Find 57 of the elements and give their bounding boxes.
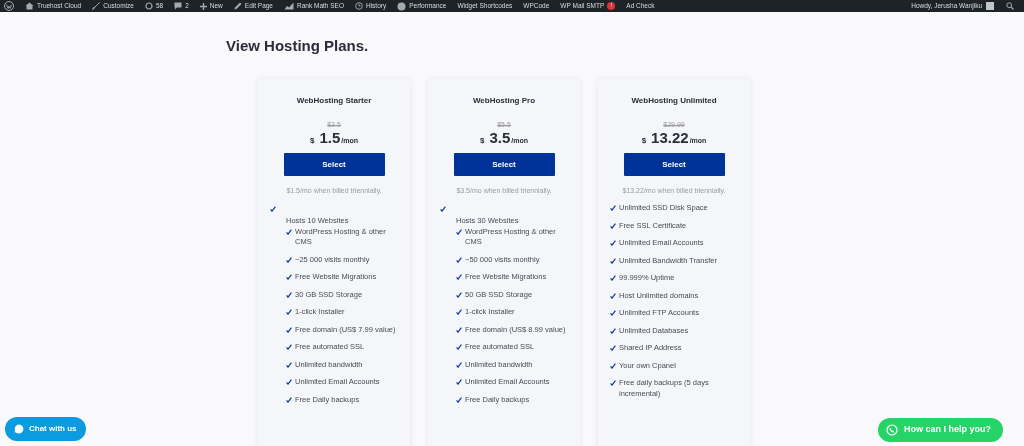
check-icon (610, 380, 616, 387)
check-icon (456, 361, 462, 368)
plus-icon (199, 2, 207, 10)
check-icon (286, 309, 292, 316)
check-icon (286, 344, 292, 351)
check-icon (286, 379, 292, 386)
check-icon (610, 362, 616, 369)
search-icon[interactable] (1006, 2, 1014, 10)
currency-symbol: $ (641, 136, 647, 146)
check-icon (456, 326, 462, 333)
wordpress-logo-icon[interactable] (4, 1, 14, 11)
currency-symbol: $ (479, 136, 485, 146)
price: 3.5 (489, 129, 511, 146)
check-icon (456, 256, 462, 263)
check-icon (610, 345, 616, 352)
house-icon (25, 2, 34, 10)
check-icon (286, 256, 292, 263)
check-icon (270, 206, 276, 212)
page-heading: View Hosting Plans. (226, 37, 370, 55)
plan-title: WebHosting Unlimited (631, 96, 717, 106)
phone-bubble-icon (886, 424, 898, 436)
select-button[interactable]: Select (623, 153, 725, 176)
currency-symbol: $ (309, 136, 315, 146)
brush-icon (92, 2, 101, 10)
check-icon (456, 379, 462, 386)
check-icon (286, 396, 292, 403)
select-button[interactable]: Select (283, 153, 385, 176)
pencil-icon (233, 2, 242, 10)
check-icon (456, 344, 462, 351)
check-icon (610, 222, 616, 229)
check-icon (610, 240, 616, 247)
check-icon (610, 275, 616, 282)
check-icon (456, 291, 462, 298)
chat-bubble-icon (14, 424, 24, 434)
clock-icon (354, 2, 363, 10)
check-icon (610, 257, 616, 264)
check-icon (610, 292, 616, 299)
check-icon (286, 228, 292, 235)
check-icon (610, 327, 616, 334)
check-icon (440, 206, 446, 212)
check-icon (286, 326, 292, 333)
price: 1.5 (319, 129, 341, 146)
check-icon (610, 205, 616, 212)
check-icon (456, 309, 462, 316)
check-icon (456, 228, 462, 235)
check-icon (286, 361, 292, 368)
check-icon (456, 396, 462, 403)
price: 13.22 (651, 129, 689, 146)
comment-icon (174, 2, 183, 10)
check-icon (286, 291, 292, 298)
check-icon (286, 274, 292, 281)
check-icon (610, 310, 616, 317)
plan-title: WebHosting Pro (472, 96, 536, 106)
plan-title: WebHosting Starter (296, 96, 372, 106)
chart-icon (284, 2, 294, 10)
check-icon (456, 274, 462, 281)
select-button[interactable]: Select (453, 153, 555, 176)
